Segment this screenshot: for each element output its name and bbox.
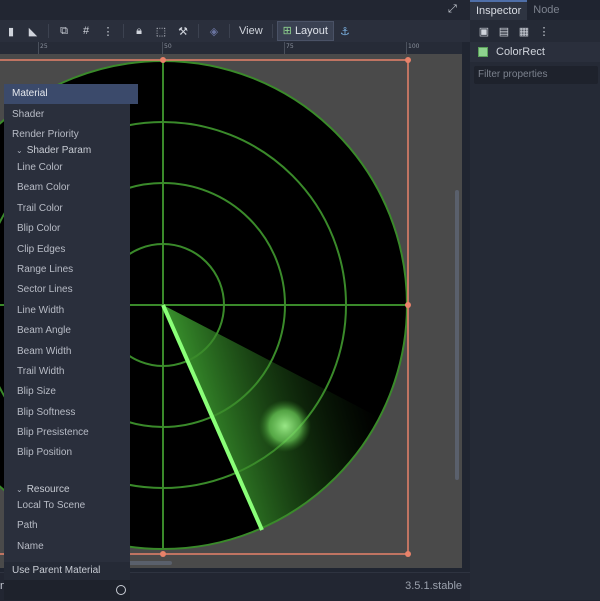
resource-name[interactable]: Name	[4, 537, 143, 557]
param-blip-softness[interactable]: Blip Softness	[4, 403, 143, 423]
section-label: Shader Param	[26, 145, 92, 156]
param-line-width[interactable]: Line Width	[4, 301, 143, 321]
param-line-color[interactable]: Line Color	[4, 158, 143, 178]
param-blip-presistence[interactable]: Blip Presistence	[4, 423, 143, 443]
tab-node[interactable]: Node	[527, 0, 565, 20]
more-options-icon[interactable]: ⋮	[100, 23, 116, 39]
param-blip-size[interactable]: Blip Size	[4, 382, 143, 402]
param-blip-position[interactable]: Blip Position	[4, 443, 143, 463]
more-options-icon[interactable]: ⋮	[536, 23, 552, 39]
inspected-object[interactable]: ColorRect	[470, 42, 600, 62]
new-resource-icon[interactable]: ▣	[476, 23, 492, 39]
layout-label: Layout	[294, 25, 328, 37]
radar-blip	[259, 400, 311, 452]
property-list: Material Shader Render Priority ⌄ Shader …	[4, 84, 138, 562]
resource-local-to-scene[interactable]: Local To Scene	[4, 496, 143, 516]
param-clip-edges[interactable]: Clip Edges	[4, 240, 143, 260]
dock-tabs: Inspector Node	[470, 0, 600, 20]
camera-override-icon[interactable]: ◈	[206, 23, 222, 39]
editor-top-bar	[0, 0, 470, 20]
property-shader[interactable]: Shader	[4, 105, 138, 125]
param-blip-color[interactable]: Blip Color	[4, 219, 143, 239]
resize-handle-top[interactable]	[160, 57, 166, 63]
resize-handle-bottom-right[interactable]	[405, 551, 411, 557]
anchor-icon[interactable]: ⚓︎	[337, 23, 353, 39]
canvas-toolbar: ▮ ◣ ⧉ # ⋮ 🔒︎ ⬚ ⚒ ◈ View ⊞ Layout ⚓︎	[0, 20, 470, 42]
toolbar-divider	[48, 24, 49, 38]
param-range-lines[interactable]: Range Lines	[4, 260, 143, 280]
filter-properties-input[interactable]: Filter properties	[474, 66, 598, 84]
rotate-tool-icon[interactable]: ◣	[25, 23, 41, 39]
param-trail-width[interactable]: Trail Width	[4, 362, 143, 382]
save-icon[interactable]: ▦	[516, 23, 532, 39]
toolbar-divider	[123, 24, 124, 38]
inspector-dock: Inspector Node ▣ ▤ ▦ ⋮ ColorRect Filter …	[470, 0, 600, 600]
fullscreen-icon[interactable]: ⤢	[448, 3, 462, 17]
use-parent-material-toggle[interactable]	[4, 580, 130, 600]
resize-handle-top-right[interactable]	[405, 57, 411, 63]
select-tool-icon[interactable]: ▮	[3, 23, 19, 39]
ruler-tick	[38, 42, 39, 54]
version-label: 3.5.1.stable	[405, 580, 462, 592]
property-material[interactable]: Material	[4, 84, 138, 104]
ruler-label: 25	[40, 43, 48, 50]
toggle-knob-icon	[116, 585, 126, 595]
inspector-toolbar: ▣ ▤ ▦ ⋮	[470, 20, 600, 42]
ruler-tick	[284, 42, 285, 54]
view-menu-button[interactable]: View	[234, 22, 268, 40]
group-icon[interactable]: ⬚	[153, 23, 169, 39]
colorrect-icon	[478, 47, 488, 57]
resize-handle-right[interactable]	[405, 302, 411, 308]
param-beam-color[interactable]: Beam Color	[4, 178, 143, 198]
tab-inspector[interactable]: Inspector	[470, 0, 528, 20]
grid-snap-icon[interactable]: #	[78, 23, 94, 39]
lock-icon[interactable]: 🔒︎	[131, 23, 147, 39]
ruler-label: 75	[286, 43, 294, 50]
param-beam-angle[interactable]: Beam Angle	[4, 321, 143, 341]
toolbar-divider	[229, 24, 230, 38]
property-use-parent-material[interactable]: Use Parent Material	[4, 562, 130, 580]
resize-handle-bottom[interactable]	[160, 551, 166, 557]
param-trail-color[interactable]: Trail Color	[4, 199, 143, 219]
layout-icon: ⊞	[282, 25, 292, 37]
snap-icon[interactable]: ⧉	[56, 23, 72, 39]
open-folder-icon[interactable]: ▤	[496, 23, 512, 39]
chevron-down-icon: ⌄	[16, 146, 23, 155]
layout-menu-button[interactable]: ⊞ Layout	[276, 21, 334, 41]
chevron-down-icon: ⌄	[16, 485, 23, 494]
section-label: Resource	[26, 484, 70, 495]
object-name: ColorRect	[496, 46, 545, 58]
toolbar-divider	[271, 24, 273, 38]
ruler-tick	[162, 42, 163, 54]
param-beam-width[interactable]: Beam Width	[4, 342, 143, 362]
ruler-tick	[406, 42, 407, 54]
param-sector-lines[interactable]: Sector Lines	[4, 280, 143, 300]
resource-path[interactable]: Path	[4, 516, 143, 536]
vertical-scrollbar[interactable]	[455, 190, 459, 480]
bone-icon[interactable]: ⚒	[175, 23, 191, 39]
toolbar-divider	[198, 24, 199, 38]
ruler-label: 50	[164, 43, 172, 50]
ruler-label: 100	[408, 43, 420, 50]
